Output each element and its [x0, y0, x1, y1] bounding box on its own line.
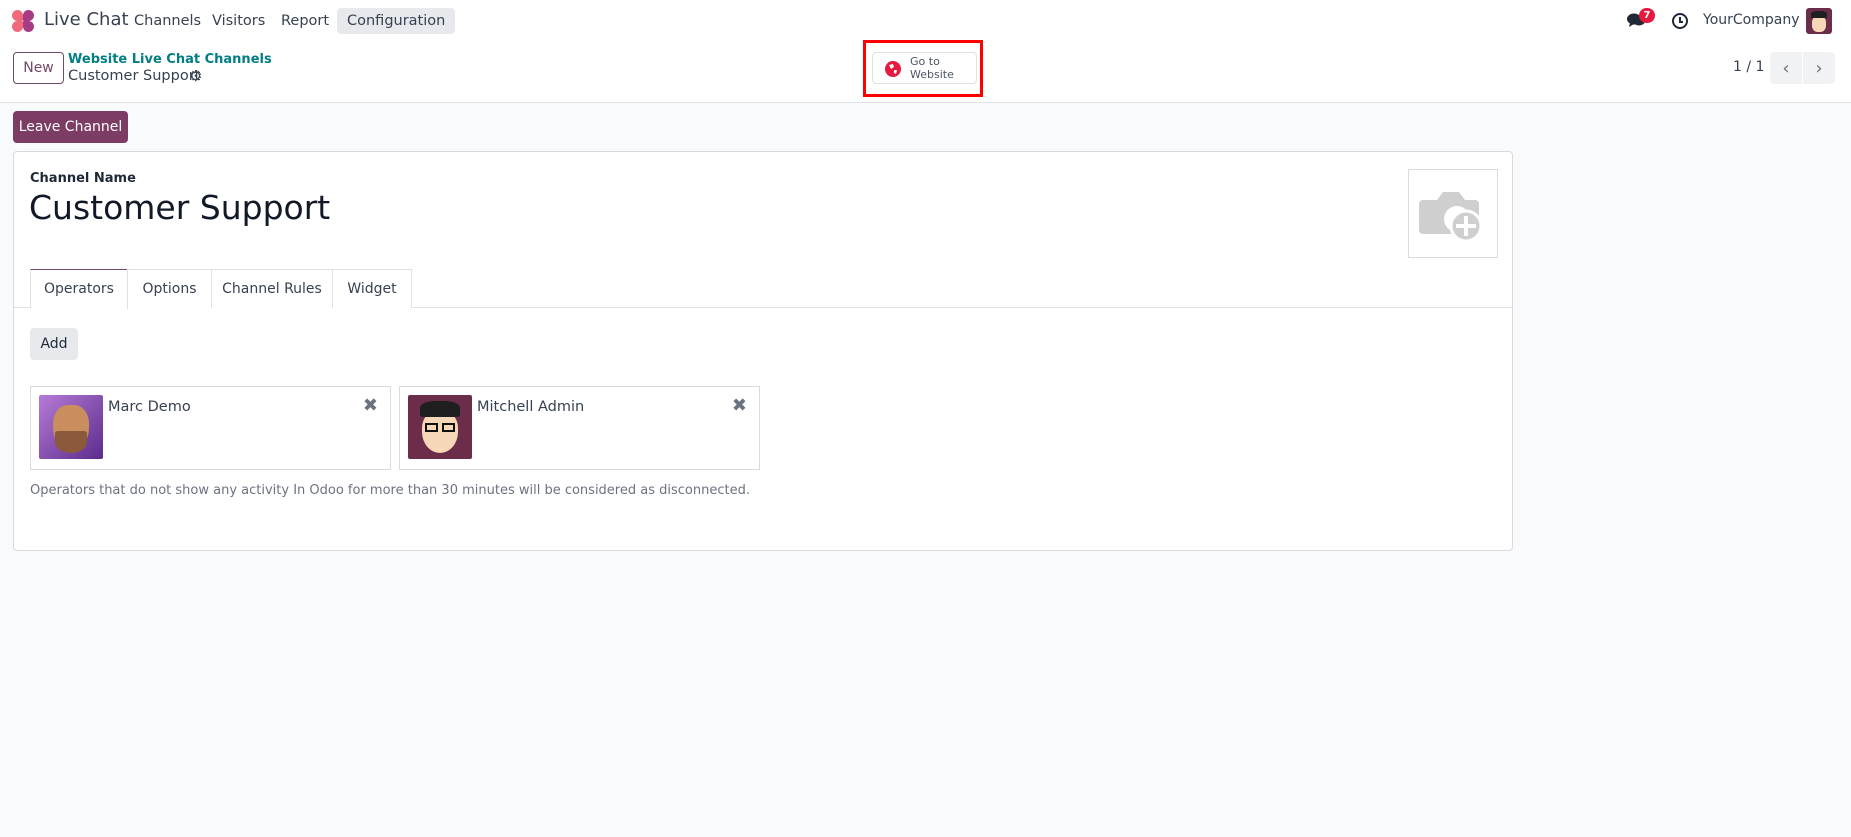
operator-avatar: [408, 395, 472, 459]
go-to-website-line2: Website: [910, 68, 954, 81]
tab-widget[interactable]: Widget: [332, 269, 412, 308]
operators-note: Operators that do not show any activity …: [30, 483, 750, 498]
menu-report[interactable]: Report: [271, 8, 339, 34]
add-operator-button[interactable]: Add: [30, 328, 78, 360]
remove-operator-icon[interactable]: ✖: [363, 395, 378, 416]
operator-name: Marc Demo: [108, 399, 191, 415]
operator-avatar: [39, 395, 103, 459]
remove-operator-icon[interactable]: ✖: [732, 395, 747, 416]
pager-previous-button[interactable]: ‹: [1770, 52, 1802, 84]
operator-card-mitchell-admin[interactable]: Mitchell Admin ✖: [399, 386, 760, 470]
menu-channels[interactable]: Channels: [124, 8, 211, 34]
image-upload-placeholder[interactable]: [1408, 169, 1498, 258]
top-navbar: Live Chat Channels Visitors Report Confi…: [0, 0, 1851, 42]
menu-visitors[interactable]: Visitors: [202, 8, 275, 34]
tab-channel-rules[interactable]: Channel Rules: [211, 269, 333, 308]
breadcrumb-current: Customer Support: [68, 68, 201, 84]
company-switcher[interactable]: YourCompany: [1703, 12, 1800, 28]
leave-channel-button[interactable]: Leave Channel: [13, 111, 128, 143]
control-panel: New Website Live Chat Channels Customer …: [0, 40, 1851, 103]
messages-badge: 7: [1639, 8, 1655, 23]
menu-configuration[interactable]: Configuration: [337, 8, 456, 34]
gear-icon[interactable]: ⚙: [189, 67, 202, 85]
go-to-website-line1: Go to: [910, 55, 940, 68]
globe-icon: [885, 61, 901, 77]
operator-name: Mitchell Admin: [477, 399, 585, 415]
go-to-website-button[interactable]: Go to Website: [872, 52, 977, 84]
pager-next-button[interactable]: ›: [1803, 52, 1835, 84]
tab-operators[interactable]: Operators: [30, 269, 128, 309]
live-chat-logo-icon[interactable]: [12, 10, 34, 32]
tab-options[interactable]: Options: [127, 269, 212, 308]
channel-name-field[interactable]: Customer Support: [29, 188, 330, 227]
camera-plus-icon: [1419, 192, 1483, 243]
pager-value[interactable]: 1 / 1: [1733, 59, 1764, 75]
channel-name-label: Channel Name: [30, 171, 136, 186]
breadcrumb-parent[interactable]: Website Live Chat Channels: [68, 52, 272, 67]
app-name[interactable]: Live Chat: [44, 9, 129, 30]
operator-card-marc-demo[interactable]: Marc Demo ✖: [30, 386, 391, 470]
activity-clock-icon[interactable]: [1672, 13, 1688, 29]
new-button[interactable]: New: [13, 52, 64, 84]
user-avatar[interactable]: [1806, 8, 1832, 34]
